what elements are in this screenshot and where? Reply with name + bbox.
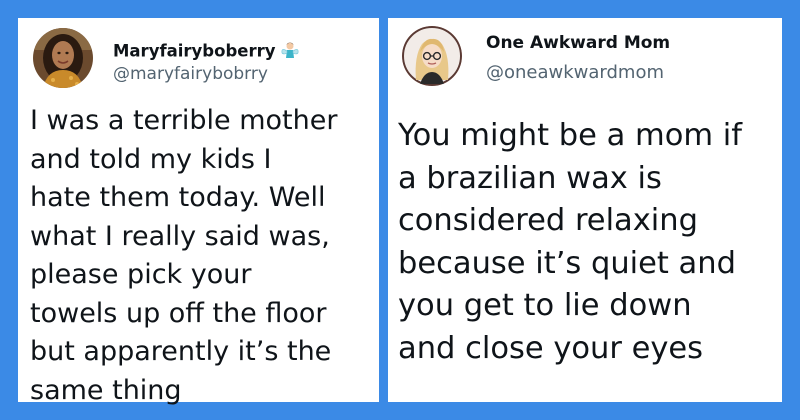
- avatar[interactable]: [33, 28, 93, 88]
- tweet-text: I was a terrible mother and told my kids…: [30, 105, 338, 406]
- avatar[interactable]: [402, 26, 462, 86]
- user-handle[interactable]: @maryfairybobrry: [113, 64, 268, 84]
- tweet-card-oneawkwardmom[interactable]: One Awkward Mom @oneawkwardmom You might…: [388, 18, 782, 402]
- user-handle[interactable]: @oneawkwardmom: [486, 62, 664, 83]
- display-name[interactable]: Maryfairyboberry: [113, 40, 300, 64]
- tweet-text: You might be a mom if a brazilian wax is…: [398, 118, 742, 366]
- avatar-photo-icon: [33, 28, 93, 88]
- tweet-card-maryfairyboberry[interactable]: Maryfairyboberry @maryfairybobrry I was …: [18, 18, 379, 406]
- avatar-illustration-icon: [402, 26, 462, 86]
- fairy-emoji-icon: [280, 40, 300, 64]
- display-name[interactable]: One Awkward Mom: [486, 33, 670, 53]
- display-name-text: Maryfairyboberry: [113, 41, 276, 61]
